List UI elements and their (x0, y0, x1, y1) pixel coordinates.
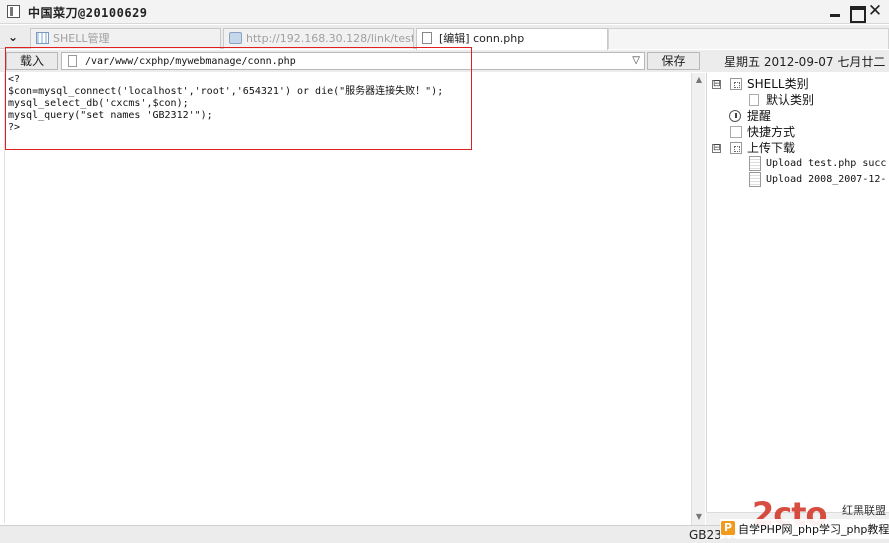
code-line[interactable]: ?> (8, 122, 20, 134)
code-line[interactable]: mysql_select_db('cxcms',$con); (8, 98, 189, 110)
tree-item-upload-log[interactable]: Upload test.php succ (707, 156, 889, 172)
shortcut-icon (730, 126, 742, 138)
file-icon (422, 32, 432, 44)
tree-item-label: 上传下载 (747, 141, 796, 155)
code-editor[interactable]: <? $con=mysql_connect('localhost','root'… (4, 73, 692, 523)
tree-item-shell-category[interactable]: ⊟ SHELL类别 (707, 76, 889, 92)
tree-item-default-category[interactable]: 默认类别 (707, 92, 889, 108)
collapse-icon[interactable]: ⊟ (712, 80, 721, 89)
tree-item-label: Upload test.php succ (766, 158, 887, 169)
watermark-logo-sub: 红黑联盟 (842, 504, 886, 517)
chevron-down-icon[interactable]: ⌄ (7, 31, 19, 43)
tree-item-label: 提醒 (747, 109, 772, 123)
window-title: 中国菜刀@20100629 (28, 6, 148, 20)
side-tree-panel: ⊟ SHELL类别 默认类别 提醒 快捷方式 ⊟ 上传下载 Upload tes… (706, 73, 889, 513)
tab-label: http://192.168.30.128/link/test... (246, 32, 414, 45)
minimize-button[interactable] (827, 4, 843, 20)
tab-shell-manager[interactable]: SHELL管理 (30, 28, 221, 49)
shell-icon (730, 78, 742, 90)
path-combobox[interactable]: /var/www/cxphp/mywebmanage/conn.php ▽ (61, 52, 645, 70)
code-line[interactable]: <? (8, 74, 20, 86)
tab-strip: ⌄ SHELL管理 http://192.168.30.128/link/tes… (0, 25, 889, 50)
document-icon (749, 172, 761, 187)
maximize-button[interactable] (848, 4, 866, 23)
tab-strip-empty (608, 28, 889, 49)
editor-scrollbar[interactable]: ▲ ▼ (691, 73, 705, 525)
scroll-up-icon[interactable]: ▲ (693, 74, 705, 86)
load-button[interactable]: 载入 (6, 52, 58, 70)
watermark-text: 自学PHP网_php学习_php教程 (738, 523, 889, 536)
code-line[interactable]: $con=mysql_connect('localhost','root','6… (8, 86, 443, 98)
file-icon (68, 55, 77, 67)
chevron-down-icon[interactable]: ▽ (632, 53, 640, 69)
tree-item-label: 默认类别 (766, 93, 815, 107)
folder-icon (229, 32, 242, 44)
collapse-icon[interactable]: ⊟ (712, 144, 721, 153)
grid-icon (36, 32, 49, 44)
app-icon (7, 5, 20, 18)
tree-item-reminder[interactable]: 提醒 (707, 108, 889, 124)
clock-icon (729, 110, 741, 122)
tree-item-label: Upload 2008_2007-12- (766, 174, 887, 185)
tab-file-browser[interactable]: http://192.168.30.128/link/test... (223, 28, 414, 49)
code-line[interactable]: mysql_query("set names 'GB2312'"); (8, 110, 213, 122)
watermark-badge-icon: P (721, 521, 735, 535)
tree-item-upload-log[interactable]: Upload 2008_2007-12- (707, 172, 889, 188)
category-icon (749, 94, 759, 106)
tab-label: [编辑] conn.php (439, 32, 525, 45)
tree-item-label: SHELL类别 (747, 77, 809, 91)
tree-item-shortcut[interactable]: 快捷方式 (707, 124, 889, 140)
save-button[interactable]: 保存 (647, 52, 700, 70)
title-bar: 中国菜刀@20100629 ✕ (0, 0, 889, 24)
tab-edit-conn[interactable]: [编辑] conn.php (416, 28, 608, 50)
scroll-down-icon[interactable]: ▼ (693, 511, 705, 523)
date-display: 星期五 2012-09-07 七月廿二 (724, 55, 886, 69)
shell-icon (730, 142, 742, 154)
tab-label: SHELL管理 (53, 32, 110, 45)
path-input[interactable]: /var/www/cxphp/mywebmanage/conn.php (85, 54, 296, 69)
close-button[interactable]: ✕ (867, 3, 883, 20)
document-icon (749, 156, 761, 171)
tree-item-label: 快捷方式 (747, 125, 796, 139)
tree-item-upload-download[interactable]: ⊟ 上传下载 (707, 140, 889, 156)
editor-toolbar: 载入 /var/www/cxphp/mywebmanage/conn.php ▽… (0, 50, 889, 72)
